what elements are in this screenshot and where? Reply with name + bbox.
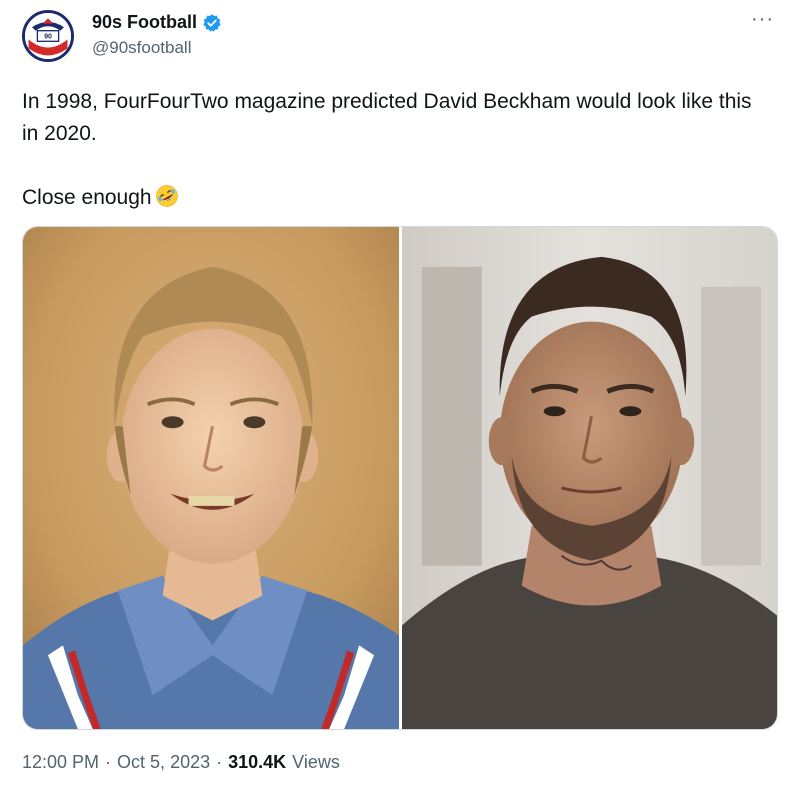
tweet-text-line1: In 1998, FourFourTwo magazine predicted … — [22, 90, 752, 145]
tweet-date[interactable]: Oct 5, 2023 — [117, 752, 210, 773]
tweet-text: In 1998, FourFourTwo magazine predicted … — [22, 86, 762, 214]
svg-text:90: 90 — [44, 34, 52, 41]
predicted-2020-beckham-photo[interactable] — [23, 227, 399, 729]
more-dots-icon[interactable]: ··· — [751, 9, 774, 29]
tweet-media — [22, 226, 778, 730]
views-label: Views — [292, 752, 340, 772]
tweet-card: 90 90s Football @90sfootball ··· In 1998… — [0, 0, 800, 800]
90s-football-crest-icon: 90 — [25, 13, 71, 59]
author-display-name[interactable]: 90s Football — [92, 12, 197, 33]
author-name-row: 90s Football — [92, 12, 222, 33]
verified-badge-icon[interactable] — [202, 13, 222, 33]
meta-separator: · — [105, 752, 112, 772]
rolling-on-floor-laughing-emoji-icon — [155, 184, 179, 208]
actual-2020-beckham-photo[interactable] — [402, 227, 777, 729]
avatar[interactable]: 90 — [22, 10, 74, 62]
tweet-meta: 12:00 PM · Oct 5, 2023 · 310.4K Views — [22, 752, 340, 773]
tweet-text-line2-content: Close enough — [22, 186, 152, 209]
meta-separator-2: · — [216, 752, 223, 772]
tweet-text-line2: Close enough — [22, 182, 762, 214]
author-handle[interactable]: @90sfootball — [92, 38, 192, 58]
tweet-time[interactable]: 12:00 PM — [22, 752, 99, 773]
views-count: 310.4K — [228, 752, 287, 772]
